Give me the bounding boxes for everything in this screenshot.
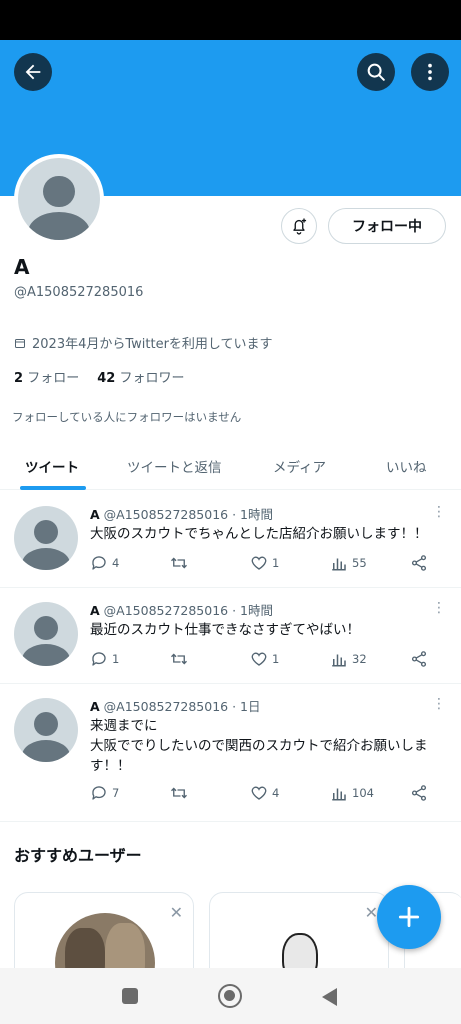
reply-icon	[92, 652, 106, 666]
tweet-more-icon[interactable]: ⋮	[432, 504, 446, 520]
mutual-followers-note: フォローしている人にフォロワーはいません	[12, 410, 242, 424]
profile-tabs: ツイート ツイートと返信 メディア いいね	[0, 440, 461, 490]
share-button[interactable]	[410, 784, 428, 802]
close-icon[interactable]: ✕	[170, 903, 183, 922]
tweet-meta: A @A1508527285016 · 1時間	[90, 507, 273, 522]
following-button[interactable]: フォロー中	[328, 208, 446, 244]
views-button[interactable]: 55	[330, 554, 367, 572]
analytics-icon	[332, 558, 346, 571]
heart-icon	[251, 556, 267, 570]
tweet-item[interactable]: A @A1508527285016 · 1時間 ⋮ 最近のスカウト仕事できなさす…	[0, 588, 461, 684]
profile-name: A	[14, 255, 30, 279]
close-icon[interactable]: ✕	[365, 903, 378, 922]
profile-avatar[interactable]	[14, 154, 104, 244]
share-icon	[411, 785, 427, 801]
more-options-button[interactable]	[411, 53, 449, 91]
tweet-actions: 4 1 55	[90, 554, 440, 578]
followers-link[interactable]: 42 フォロワー	[97, 367, 184, 386]
tweet-more-icon[interactable]: ⋮	[432, 600, 446, 616]
tab-media[interactable]: メディア	[273, 456, 326, 476]
home-button[interactable]	[218, 984, 242, 1008]
like-button[interactable]: 1	[250, 650, 279, 668]
tab-tweets[interactable]: ツイート	[25, 456, 79, 476]
like-button[interactable]: 1	[250, 554, 279, 572]
tweet-avatar[interactable]	[14, 602, 78, 666]
following-link[interactable]: 2 フォロー	[14, 367, 79, 386]
analytics-icon	[332, 788, 346, 801]
joined-date: 2023年4月からTwitterを利用しています	[14, 333, 273, 352]
system-nav-bar	[0, 968, 461, 1024]
tweet-item[interactable]: A @A1508527285016 · 1日 ⋮ 来週までに 大阪ででりしたいの…	[0, 684, 461, 822]
retweet-button[interactable]	[170, 554, 188, 572]
tweet-avatar[interactable]	[14, 698, 78, 762]
reply-icon	[92, 786, 106, 800]
back-nav-button[interactable]	[320, 987, 338, 1007]
active-tab-indicator	[20, 486, 86, 490]
search-icon	[367, 63, 385, 81]
views-button[interactable]: 32	[330, 650, 367, 668]
tweet-actions: 1 1 32	[90, 650, 440, 674]
tweet-meta: A @A1508527285016 · 1時間	[90, 603, 273, 618]
retweet-icon	[171, 787, 187, 799]
share-button[interactable]	[410, 554, 428, 572]
calendar-icon	[15, 338, 25, 348]
follow-stats: 2 フォロー 42 フォロワー	[14, 367, 184, 386]
tweet-actions: 7 4 104	[90, 784, 440, 808]
heart-icon	[251, 652, 267, 666]
retweet-button[interactable]	[170, 784, 188, 802]
back-arrow-icon	[25, 64, 41, 80]
recommended-users-title: おすすめユーザー	[14, 846, 142, 865]
tab-likes[interactable]: いいね	[386, 456, 427, 476]
reply-icon	[92, 556, 106, 570]
more-vert-icon	[428, 63, 432, 81]
tweet-item[interactable]: A @A1508527285016 · 1時間 ⋮ 大阪のスカウトでちゃんとした…	[0, 492, 461, 588]
joined-text: 2023年4月からTwitterを利用しています	[32, 337, 273, 352]
views-button[interactable]: 104	[330, 784, 374, 802]
share-icon	[411, 651, 427, 667]
bell-plus-icon	[293, 218, 307, 235]
tweet-meta: A @A1508527285016 · 1日	[90, 699, 261, 714]
analytics-icon	[332, 654, 346, 667]
notification-bell-button[interactable]	[281, 208, 317, 244]
recent-apps-button[interactable]	[122, 988, 138, 1004]
plus-icon	[398, 906, 420, 928]
compose-tweet-button[interactable]	[377, 885, 441, 949]
reply-button[interactable]: 7	[90, 784, 119, 802]
tweet-text: 最近のスカウト仕事できなさすぎてやばい！	[90, 622, 360, 638]
tweet-text: 大阪のスカウトでちゃんとした店紹介お願いします！！	[90, 526, 428, 542]
status-bar	[0, 0, 461, 40]
retweet-icon	[171, 557, 187, 569]
tweet-avatar[interactable]	[14, 506, 78, 570]
tweet-more-icon[interactable]: ⋮	[432, 696, 446, 712]
share-button[interactable]	[410, 650, 428, 668]
share-icon	[411, 555, 427, 571]
like-button[interactable]: 4	[250, 784, 279, 802]
back-button[interactable]	[14, 53, 52, 91]
profile-handle: @A1508527285016	[14, 285, 144, 300]
retweet-button[interactable]	[170, 650, 188, 668]
reply-button[interactable]: 1	[90, 650, 119, 668]
reply-button[interactable]: 4	[90, 554, 119, 572]
retweet-icon	[171, 653, 187, 665]
tweet-text: 来週までに 大阪ででりしたいので関西のスカウトで紹介お願いしま す！！	[90, 718, 428, 774]
tab-tweets-replies[interactable]: ツイートと返信	[127, 456, 222, 476]
heart-icon	[251, 786, 267, 800]
search-button[interactable]	[357, 53, 395, 91]
